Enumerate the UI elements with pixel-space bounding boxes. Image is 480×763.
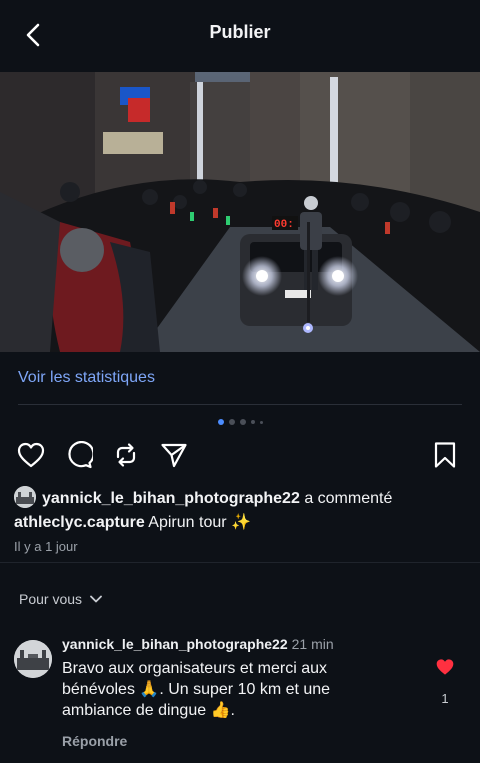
activity-notice: yannick_le_bihan_photographe22 a comment… — [14, 486, 474, 535]
send-icon — [161, 443, 187, 468]
carousel-dot — [259, 420, 263, 424]
comment-text: Bravo aux organisateurs et merci aux bén… — [62, 660, 331, 719]
post-photo[interactable]: 00: — [0, 72, 480, 352]
race-photo-illustration: 00: — [0, 72, 480, 352]
commenter-username[interactable]: yannick_le_bihan_photographe22 — [42, 490, 300, 507]
comment-button[interactable] — [64, 440, 94, 470]
like-button[interactable] — [16, 440, 46, 470]
comment-like: 1 — [434, 658, 456, 706]
post-author-username[interactable]: athleclyc.capture — [14, 514, 145, 531]
heart-icon[interactable] — [435, 658, 455, 676]
divider — [0, 562, 480, 563]
comment-username[interactable]: yannick_le_bihan_photographe22 — [62, 636, 288, 652]
comment-like-count: 1 — [441, 691, 449, 706]
chevron-down-icon — [90, 595, 102, 603]
comment-icon — [68, 441, 93, 469]
race-timer-display: 00: — [274, 219, 294, 231]
notice-action: a commenté — [304, 490, 393, 507]
comment-sort-label: Pour vous — [19, 591, 83, 607]
header: Publier — [0, 0, 480, 70]
carousel-dot-active — [217, 419, 224, 425]
divider — [18, 404, 462, 405]
reply-button[interactable]: Répondre — [62, 733, 392, 749]
post-timestamp: Il y a 1 jour — [14, 539, 78, 554]
bookmark-icon — [434, 442, 456, 468]
comment-sort-dropdown[interactable]: Pour vous — [19, 591, 102, 607]
repost-button[interactable] — [111, 440, 141, 470]
action-bar — [0, 440, 480, 472]
carousel-dot — [228, 419, 235, 425]
repost-icon — [116, 443, 136, 467]
view-insights-link[interactable]: Voir les statistiques — [18, 369, 155, 387]
post-caption: Apirun tour ✨ — [148, 514, 251, 531]
avatar[interactable] — [14, 486, 36, 508]
share-button[interactable] — [159, 440, 189, 470]
heart-icon — [17, 442, 45, 468]
carousel-indicator — [0, 419, 480, 425]
carousel-dot — [250, 420, 255, 424]
avatar[interactable] — [14, 640, 52, 678]
carousel-dot — [239, 419, 246, 425]
save-button[interactable] — [430, 440, 460, 470]
comment-time: 21 min — [291, 636, 334, 652]
page-title: Publier — [209, 22, 271, 42]
